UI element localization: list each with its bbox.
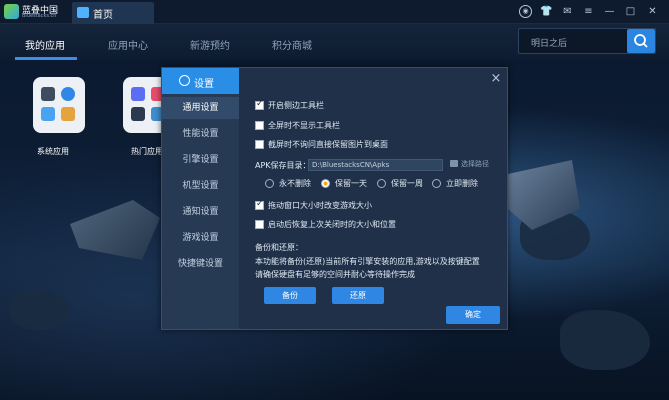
app-system-apps[interactable] <box>33 77 85 133</box>
sidebar-item-general[interactable]: 通用设置 <box>162 97 239 119</box>
label-drag-resize: 拖动窗口大小时改变游戏大小 <box>268 201 372 210</box>
home-icon <box>77 7 89 18</box>
asteroid <box>10 290 70 330</box>
minimize-icon[interactable]: — <box>603 5 616 18</box>
radio-delete-now[interactable] <box>432 179 441 188</box>
ok-button[interactable]: 确定 <box>446 306 500 324</box>
checkbox-restore-size[interactable] <box>255 220 264 229</box>
app-system-apps-label: 系统应用 <box>37 147 69 156</box>
user-icon[interactable]: ◉ <box>519 5 532 18</box>
spaceship-art <box>70 200 160 260</box>
label-delete-now: 立即删除 <box>446 179 478 188</box>
skin-icon[interactable]: 👕 <box>540 5 553 18</box>
window-close-icon[interactable]: ✕ <box>646 5 659 18</box>
brand-logo[interactable]: 蓝叠中国 Bluestacks.cn <box>4 3 58 20</box>
system-apps-icon <box>41 87 75 121</box>
settings-title: 设置 <box>194 79 214 90</box>
nav-points-mall[interactable]: 积分商城 <box>272 37 312 52</box>
app-hot-apps-label: 热门应用 <box>131 147 163 156</box>
radio-keep-one-day[interactable] <box>321 179 330 188</box>
sidebar-item-notifications[interactable]: 通知设置 <box>162 201 239 223</box>
menu-icon[interactable]: ≡ <box>582 5 595 18</box>
sidebar-item-game[interactable]: 游戏设置 <box>162 227 239 249</box>
label-keep-one-week: 保留一周 <box>391 179 423 188</box>
tab-home[interactable]: 首页 <box>72 2 154 24</box>
label-never-delete: 永不删除 <box>279 179 311 188</box>
search-input[interactable]: 明日之后 <box>531 36 567 49</box>
settings-dialog: 设置 通用设置 性能设置 引擎设置 机型设置 通知设置 游戏设置 快捷键设置 ×… <box>161 67 508 330</box>
maximize-icon[interactable]: □ <box>624 5 637 18</box>
folder-icon <box>450 160 458 167</box>
sidebar-item-device-model[interactable]: 机型设置 <box>162 175 239 197</box>
backup-button[interactable]: 备份 <box>264 287 316 304</box>
nav-app-center[interactable]: 应用中心 <box>108 37 148 52</box>
label-screenshot-no-ask: 截屏时不询问直接保留图片到桌面 <box>268 140 388 149</box>
choose-path-link[interactable]: 选择路径 <box>461 159 489 169</box>
search-button[interactable] <box>627 29 655 53</box>
checkbox-fullscreen-hide-toolbar[interactable] <box>255 121 264 130</box>
backup-description-line2: 请确保硬盘有足够的空间并耐心等待操作完成 <box>255 270 415 279</box>
tab-home-label: 首页 <box>93 10 113 21</box>
backup-title: 备份和还原： <box>255 243 303 252</box>
apk-path-field[interactable]: D:\BluestacksCN\Apks <box>308 159 443 171</box>
radio-keep-one-week[interactable] <box>377 179 386 188</box>
checkbox-open-sidebar-toolbar[interactable] <box>255 99 264 110</box>
sidebar-item-engine[interactable]: 引擎设置 <box>162 149 239 171</box>
nav-my-apps[interactable]: 我的应用 <box>25 37 65 52</box>
checkbox-screenshot-no-ask[interactable] <box>255 140 264 149</box>
sidebar-item-performance[interactable]: 性能设置 <box>162 123 239 145</box>
label-restore-size: 启动后恢复上次关闭时的大小和位置 <box>268 220 396 229</box>
sidebar-item-shortcuts[interactable]: 快捷键设置 <box>162 253 239 275</box>
checkbox-drag-resize[interactable] <box>255 199 264 210</box>
settings-sidebar: 设置 通用设置 性能设置 引擎设置 机型设置 通知设置 游戏设置 快捷键设置 <box>162 68 239 329</box>
search-icon <box>634 34 648 48</box>
settings-gear-icon <box>179 75 190 86</box>
asteroid <box>560 310 650 370</box>
bluestacks-logo-icon <box>4 4 19 19</box>
dialog-close-icon[interactable]: × <box>489 72 503 86</box>
label-keep-one-day: 保留一天 <box>335 179 367 188</box>
backup-description-line1: 本功能将备份(还原)当前所有引擎安装的应用,游戏以及按键配置 <box>255 257 480 266</box>
radio-never-delete[interactable] <box>265 179 274 188</box>
label-fullscreen-hide-toolbar: 全屏时不显示工具栏 <box>268 121 340 130</box>
label-open-sidebar-toolbar: 开启侧边工具栏 <box>268 101 324 110</box>
mail-icon[interactable]: ✉ <box>561 5 574 18</box>
nav-new-game-reservation[interactable]: 新游预约 <box>190 37 230 52</box>
apk-dir-label: APK保存目录： <box>255 161 311 170</box>
title-bar: 蓝叠中国 Bluestacks.cn 首页 ◉ 👕 ✉ ≡ — □ ✕ <box>0 0 669 24</box>
brand-subtitle: Bluestacks.cn <box>22 13 57 19</box>
settings-header: 设置 <box>162 68 239 94</box>
search-box[interactable]: 明日之后 <box>518 28 656 54</box>
restore-button[interactable]: 还原 <box>332 287 384 304</box>
